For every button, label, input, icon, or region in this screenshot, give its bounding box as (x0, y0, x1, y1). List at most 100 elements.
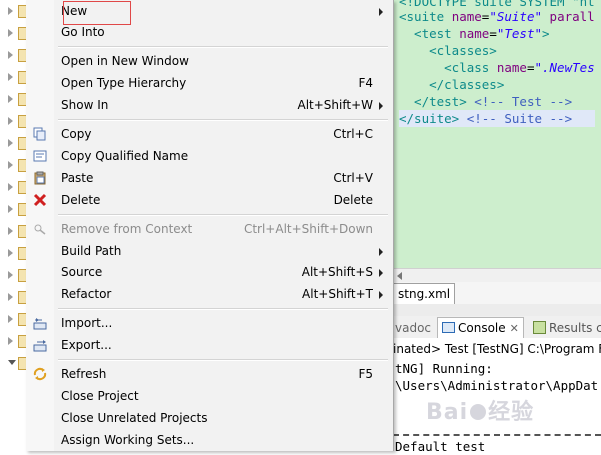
submenu-arrow-icon (379, 291, 383, 299)
submenu-arrow-icon (379, 269, 383, 277)
tree-expand-icon[interactable] (8, 161, 13, 169)
menu-item-label: Remove from Context (61, 222, 193, 236)
code-tag: </suite> (399, 111, 467, 126)
tab-results[interactable]: Results c (533, 319, 601, 337)
tree-expand-icon[interactable] (8, 139, 13, 147)
menu-item-refactor[interactable]: Refactor Alt+Shift+T (26, 284, 393, 305)
menu-item-open-type-hierarchy[interactable]: Open Type Hierarchy F4 (26, 73, 393, 94)
code-tag: </test> (399, 94, 475, 109)
annotation-highlight-box (63, 1, 131, 25)
console-icon (442, 322, 455, 333)
menu-item-shortcut: Ctrl+V (333, 171, 373, 185)
menu-item-label: Paste (61, 171, 94, 185)
menu-item-copy-qualified-name[interactable]: Copy Qualified Name (26, 146, 393, 167)
menu-item-close-project[interactable]: Close Project (26, 386, 393, 407)
menu-separator (58, 359, 388, 361)
copy-qualified-name-icon (33, 150, 47, 162)
menu-item-copy[interactable]: Copy Ctrl+C (26, 124, 393, 145)
editor-horizontal-scrollbar[interactable] (393, 268, 601, 283)
menu-item-import[interactable]: Import... (26, 313, 393, 334)
menu-item-shortcut: Alt+Shift+W (297, 98, 374, 112)
menu-item-export[interactable]: Export... (26, 335, 393, 356)
refresh-icon (33, 367, 47, 381)
menu-item-shortcut: Alt+Shift+S (301, 265, 373, 279)
tree-expand-icon[interactable] (8, 183, 13, 191)
console-line: \Users\Administrator\AppDat (395, 378, 599, 393)
tab-console-label: Console (458, 321, 506, 335)
code-comment: <!-- Test --> (474, 94, 573, 109)
menu-item-shortcut: F5 (358, 367, 373, 381)
menu-item-assign-working-sets[interactable]: Assign Working Sets... (26, 430, 393, 451)
menu-separator (58, 46, 388, 48)
menu-item-refresh[interactable]: Refresh F5 (26, 364, 393, 385)
menu-item-shortcut: Delete (333, 193, 373, 207)
tab-console[interactable]: Console ✕ (437, 317, 524, 338)
close-icon[interactable]: ✕ (510, 322, 519, 335)
tree-expand-icon[interactable] (8, 73, 13, 81)
code-line: <class name=".NewTes (399, 59, 595, 76)
code-comment: <!-- Suite --> (466, 111, 573, 126)
menu-item-paste[interactable]: Paste Ctrl+V (26, 168, 393, 189)
watermark-text: 经验 (488, 400, 535, 425)
paste-icon (34, 171, 46, 185)
menu-item-shortcut: Ctrl+C (333, 127, 373, 141)
menu-item-source[interactable]: Source Alt+Shift+S (26, 262, 393, 283)
tree-expand-icon[interactable] (8, 29, 13, 37)
tree-expand-icon[interactable] (8, 117, 13, 125)
panel-divider (393, 304, 601, 316)
code-line: <test name="Test"> (399, 25, 550, 42)
menu-item-label: Copy Qualified Name (61, 149, 189, 163)
xml-editor[interactable]: <!DOCTYPE suite SYSTEM "ht <suite name="… (393, 0, 601, 268)
menu-item-label: Go Into (61, 25, 105, 39)
context-menu: New Go Into Open in New Window Open Type… (26, 0, 394, 451)
menu-item-label: Copy (61, 127, 92, 141)
console-header: inated> Test [TestNG] C:\Program F (393, 342, 601, 356)
menu-item-label: Export... (61, 338, 112, 352)
views-tab-bar: vadoc Console ✕ Results c (393, 316, 601, 339)
tree-expand-icon[interactable] (8, 95, 13, 103)
menu-item-label: Close Unrelated Projects (61, 411, 208, 425)
tree-collapse-icon[interactable] (8, 360, 16, 365)
menu-separator (58, 119, 388, 121)
tree-expand-icon[interactable] (8, 337, 13, 345)
tree-expand-icon[interactable] (8, 293, 13, 301)
tab-javadoc[interactable]: vadoc (395, 319, 431, 337)
delete-icon (33, 193, 47, 207)
tree-expand-icon[interactable] (8, 271, 13, 279)
menu-item-build-path[interactable]: Build Path (26, 241, 393, 262)
code-eq: = (489, 26, 497, 41)
tree-expand-icon[interactable] (8, 227, 13, 235)
menu-item-open-in-new-window[interactable]: Open in New Window (26, 51, 393, 72)
menu-item-delete[interactable]: Delete Delete (26, 190, 393, 211)
code-tag: <class (399, 60, 497, 75)
tree-expand-icon[interactable] (8, 315, 13, 323)
console-line: tNG] Running: (395, 361, 493, 376)
tree-expand-icon[interactable] (8, 51, 13, 59)
menu-item-show-in[interactable]: Show In Alt+Shift+W (26, 95, 393, 116)
submenu-arrow-icon (379, 102, 383, 110)
scroll-left-icon[interactable] (397, 272, 402, 280)
tree-expand-icon[interactable] (8, 7, 13, 15)
code-value: "Test" (496, 26, 543, 41)
menu-item-close-unrelated-projects[interactable]: Close Unrelated Projects (26, 408, 393, 429)
tree-expand-icon[interactable] (8, 249, 13, 257)
console-line: Default test (395, 439, 486, 454)
console-separator (393, 434, 601, 436)
paw-icon (470, 404, 487, 420)
menu-item-label: Open Type Hierarchy (61, 76, 187, 90)
menu-item-remove-from-context[interactable]: Remove from Context Ctrl+Alt+Shift+Down (26, 219, 393, 240)
code-tag: <test (399, 26, 460, 41)
menu-item-go-into[interactable]: Go Into (26, 22, 393, 43)
menu-item-label: Close Project (61, 389, 139, 403)
editor-tab-testng-xml[interactable]: stng.xml (393, 283, 456, 304)
tree-expand-icon[interactable] (8, 205, 13, 213)
code-tag: </classes> (399, 77, 505, 92)
code-tag: <classes> (399, 43, 497, 58)
import-icon (33, 318, 47, 330)
menu-separator (58, 308, 388, 310)
editor-tab-bar: stng.xml (393, 282, 601, 305)
code-line: </classes> (399, 76, 504, 93)
menu-separator (58, 214, 388, 216)
code-attr: parall (542, 9, 595, 24)
submenu-arrow-icon (379, 248, 383, 256)
